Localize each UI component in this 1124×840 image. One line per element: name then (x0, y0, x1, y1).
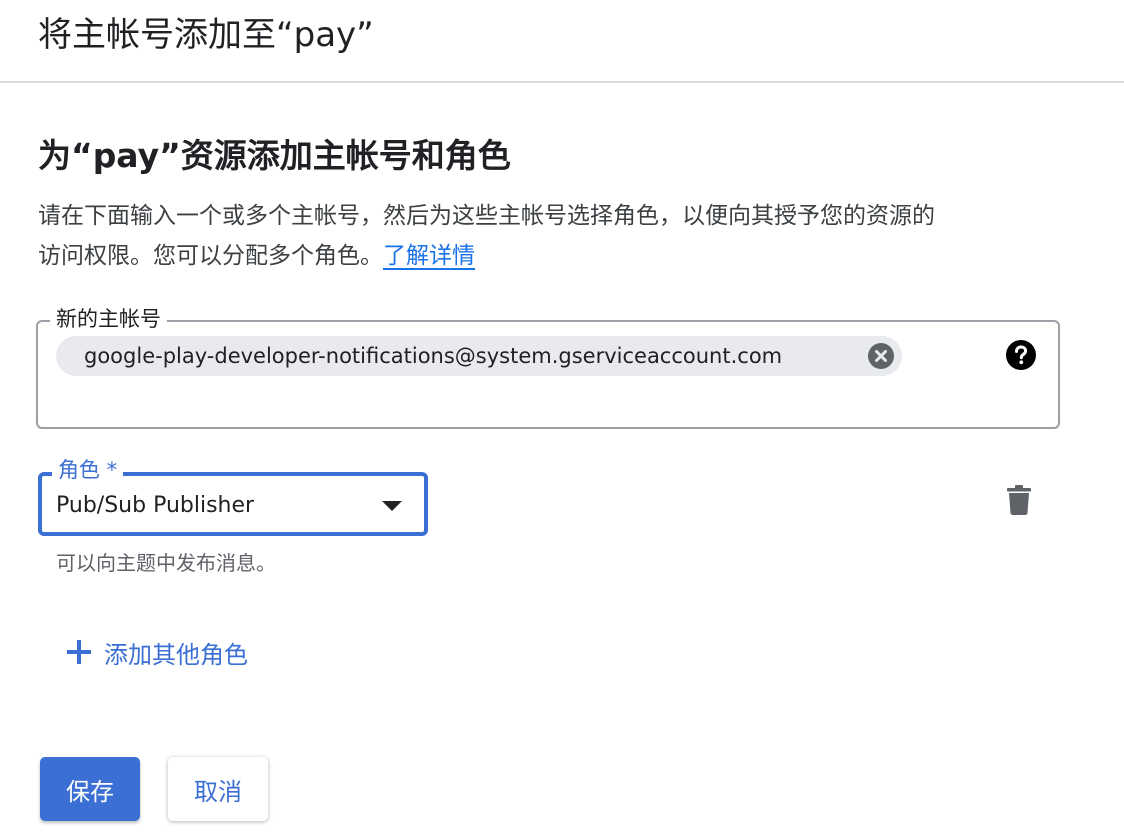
add-principals-panel: 将主帐号添加至“pay” 为“pay”资源添加主帐号和角色 请在下面输入一个或多… (0, 0, 1124, 840)
cancel-circle-icon[interactable] (868, 343, 894, 369)
trash-icon[interactable] (1004, 484, 1034, 516)
save-button[interactable]: 保存 (40, 757, 140, 821)
description-line-2-text: 访问权限。您可以分配多个角色。 (38, 243, 383, 269)
new-principals-field[interactable]: 新的主帐号 google-play-developer-notification… (36, 305, 1060, 429)
description-line-2: 访问权限。您可以分配多个角色。了解详情 (38, 236, 1068, 276)
header-divider (0, 81, 1124, 83)
plus-icon (66, 639, 92, 665)
help-circle-icon[interactable] (1006, 340, 1036, 370)
new-principals-label: 新的主帐号 (50, 305, 167, 333)
section-heading: 为“pay”资源添加主帐号和角色 (38, 136, 511, 175)
role-description: 可以向主题中发布消息。 (56, 551, 276, 575)
role-label: 角色 * (52, 456, 124, 484)
dropdown-arrow-icon[interactable] (382, 501, 402, 511)
principal-chip[interactable]: google-play-developer-notifications@syst… (56, 336, 902, 376)
section-description: 请在下面输入一个或多个主帐号，然后为这些主帐号选择角色，以便向其授予您的资源的 … (38, 196, 1068, 276)
principal-chip-text: google-play-developer-notifications@syst… (84, 344, 783, 368)
description-line-1: 请在下面输入一个或多个主帐号，然后为这些主帐号选择角色，以便向其授予您的资源的 (38, 203, 935, 229)
add-another-role-label: 添加其他角色 (104, 640, 248, 669)
role-select[interactable]: 角色 * Pub/Sub Publisher (38, 456, 428, 536)
learn-more-link[interactable]: 了解详情 (383, 243, 475, 269)
cancel-button[interactable]: 取消 (168, 757, 268, 821)
role-selected-value: Pub/Sub Publisher (56, 493, 255, 518)
add-another-role-button[interactable]: 添加其他角色 (66, 632, 248, 672)
panel-title: 将主帐号添加至“pay” (38, 15, 374, 55)
